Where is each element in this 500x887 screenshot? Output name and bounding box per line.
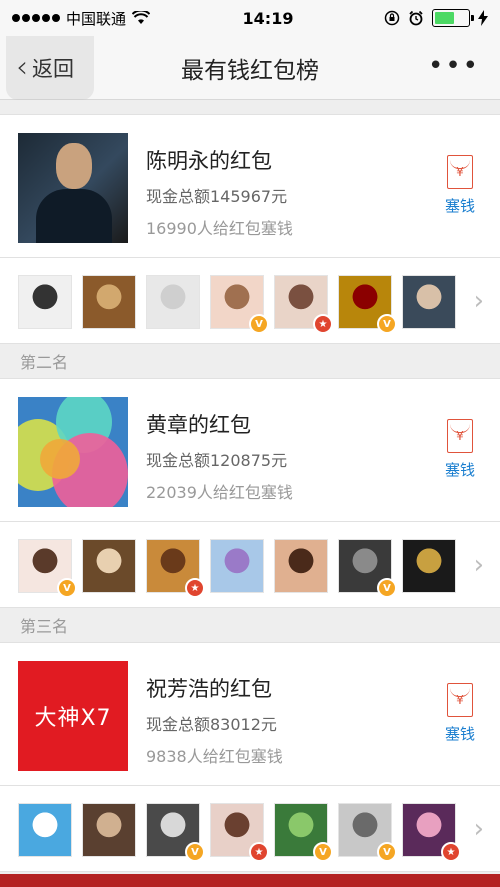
- battery-icon: [432, 9, 474, 27]
- red-packet-card[interactable]: 大神X7 祝芳浩的红包 现金总额83012元 9838人给红包塞钱 ¥ 塞钱: [0, 642, 500, 786]
- red-envelope-icon: ¥: [447, 155, 473, 189]
- star-badge-icon: ★: [185, 578, 205, 598]
- giver-avatar[interactable]: [82, 275, 136, 329]
- signal-icon: [12, 14, 60, 22]
- owner-photo: [18, 133, 128, 243]
- brand-logo: 大神X7: [18, 661, 128, 771]
- red-envelope-icon: ¥: [447, 419, 473, 453]
- nav-bar: ‹ 返回 最有钱红包榜 •••: [0, 36, 500, 100]
- red-packet-title: 祝芳浩的红包: [146, 677, 272, 701]
- givers-avatar-row[interactable]: › V ★ V: [0, 258, 500, 344]
- back-button[interactable]: ‹ 返回: [6, 36, 94, 100]
- star-badge-icon: ★: [441, 842, 461, 862]
- givers-avatar-row[interactable]: › V ★ V: [0, 522, 500, 608]
- chevron-right-icon[interactable]: ›: [474, 286, 484, 316]
- giver-avatar[interactable]: ★: [274, 275, 333, 334]
- giver-avatar[interactable]: V: [338, 539, 397, 598]
- balloons-image: [18, 397, 128, 507]
- avatar-image: [403, 276, 455, 328]
- chevron-left-icon: ‹: [16, 50, 28, 85]
- givers-count: 16990人给红包塞钱: [146, 219, 293, 238]
- back-label: 返回: [32, 57, 74, 81]
- charging-icon: [478, 10, 488, 26]
- verified-badge-icon: V: [377, 842, 397, 862]
- verified-badge-icon: V: [377, 578, 397, 598]
- avatar-image: [83, 276, 135, 328]
- giver-avatar[interactable]: [146, 275, 200, 329]
- status-bar: 中国联通 14:19: [0, 0, 500, 36]
- cash-total: 现金总额145967元: [146, 187, 288, 206]
- giver-avatar[interactable]: [18, 275, 72, 329]
- star-badge-icon: ★: [313, 314, 333, 334]
- wifi-icon: [132, 11, 151, 24]
- avatar-image: [275, 540, 327, 592]
- avatar-image: [403, 540, 455, 592]
- alarm-icon: [409, 10, 423, 26]
- avatar-image: [83, 804, 135, 856]
- verified-badge-icon: V: [249, 314, 269, 334]
- giver-avatar[interactable]: [82, 803, 136, 857]
- red-packet-thumbnail: [18, 397, 128, 507]
- stuff-money-label: 塞钱: [444, 725, 475, 743]
- avatar-image: [211, 540, 263, 592]
- red-packet-thumbnail: [18, 133, 128, 243]
- avatar-image: [19, 276, 71, 328]
- giver-avatar[interactable]: [402, 275, 456, 329]
- clock: 14:19: [242, 8, 294, 28]
- red-packet-card[interactable]: 陈明永的红包 现金总额145967元 16990人给红包塞钱 ¥ 塞钱: [0, 114, 500, 258]
- cash-total: 现金总额120875元: [146, 451, 288, 470]
- giver-avatar[interactable]: ★: [402, 803, 461, 862]
- stuff-money-button[interactable]: ¥ 塞钱: [440, 419, 480, 480]
- chevron-right-icon[interactable]: ›: [474, 814, 484, 844]
- avatar-image: [83, 540, 135, 592]
- giver-avatar[interactable]: V: [338, 803, 397, 862]
- giver-avatar[interactable]: ★: [210, 803, 269, 862]
- giver-avatar[interactable]: V: [146, 803, 205, 862]
- rank-header: 第三名: [0, 608, 500, 642]
- red-packet-card[interactable]: 黄章的红包 现金总额120875元 22039人给红包塞钱 ¥ 塞钱: [0, 378, 500, 522]
- giver-avatar[interactable]: [402, 539, 456, 593]
- giver-avatar[interactable]: [82, 539, 136, 593]
- star-badge-icon: ★: [249, 842, 269, 862]
- rank-header: 第二名: [0, 344, 500, 378]
- chevron-right-icon[interactable]: ›: [474, 550, 484, 580]
- verified-badge-icon: V: [57, 578, 77, 598]
- status-icons: [384, 9, 488, 27]
- avatar-image: [147, 276, 199, 328]
- giver-avatar[interactable]: V: [210, 275, 269, 334]
- giver-avatar[interactable]: ★: [146, 539, 205, 598]
- stuff-money-label: 塞钱: [444, 197, 475, 215]
- stuff-money-button[interactable]: ¥ 塞钱: [440, 683, 480, 744]
- giver-avatar[interactable]: V: [274, 803, 333, 862]
- verified-badge-icon: V: [313, 842, 333, 862]
- avatar-image: [19, 804, 71, 856]
- red-packet-title: 陈明永的红包: [146, 149, 272, 173]
- more-button[interactable]: •••: [428, 53, 480, 79]
- stuff-money-label: 塞钱: [444, 461, 475, 479]
- verified-badge-icon: V: [377, 314, 397, 334]
- giver-avatar[interactable]: V: [338, 275, 397, 334]
- red-packet-title: 黄章的红包: [146, 413, 251, 437]
- giver-avatar[interactable]: [274, 539, 328, 593]
- red-packet-thumbnail: 大神X7: [18, 661, 128, 771]
- cash-total: 现金总额83012元: [146, 715, 277, 734]
- red-envelope-icon: ¥: [447, 683, 473, 717]
- givers-count: 22039人给红包塞钱: [146, 483, 293, 502]
- giver-avatar[interactable]: [210, 539, 264, 593]
- giver-avatar[interactable]: V: [18, 539, 77, 598]
- giver-avatar[interactable]: [18, 803, 72, 857]
- verified-badge-icon: V: [185, 842, 205, 862]
- carrier-label: 中国联通: [66, 9, 127, 28]
- carrier-info: 中国联通: [12, 8, 192, 29]
- stuff-money-button[interactable]: ¥ 塞钱: [440, 155, 480, 216]
- bottom-banner[interactable]: [0, 874, 500, 887]
- rotation-lock-icon: [384, 10, 400, 26]
- givers-avatar-row[interactable]: › V ★ V V ★: [0, 786, 500, 872]
- givers-count: 9838人给红包塞钱: [146, 747, 283, 766]
